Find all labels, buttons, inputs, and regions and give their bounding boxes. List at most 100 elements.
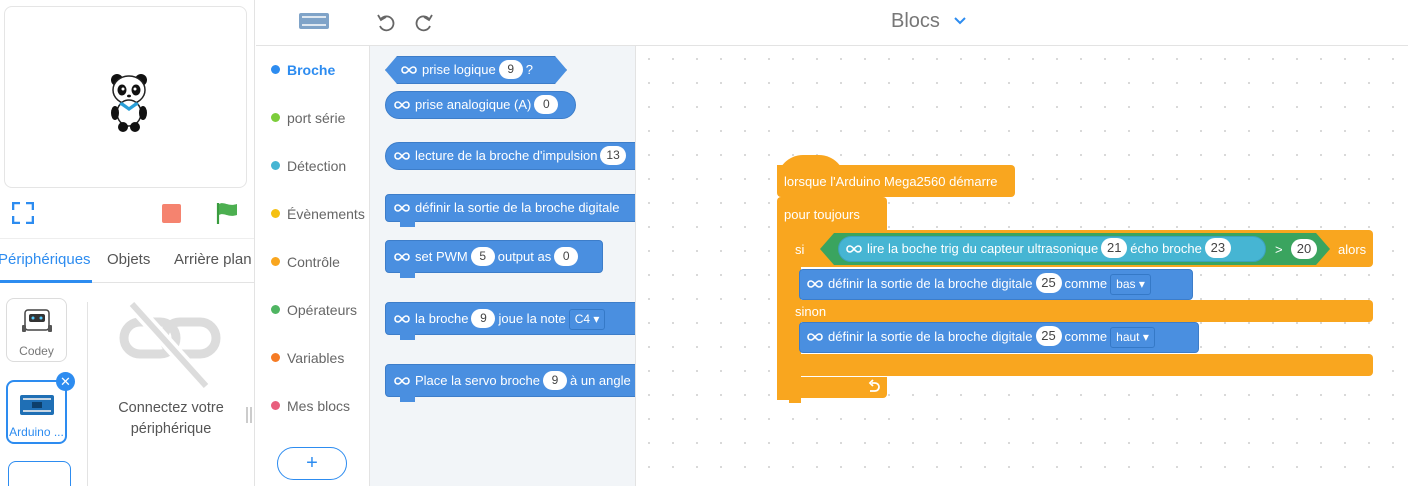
page-title[interactable]: Blocs: [891, 10, 940, 33]
chevron-down-icon[interactable]: [953, 14, 967, 28]
echo-label: écho broche: [1130, 241, 1202, 256]
connect-device-message: Connectez votre périphérique: [106, 398, 236, 440]
then-digital-write-block[interactable]: définir la sortie de la broche digitale 2…: [799, 269, 1193, 300]
category-label: Évènements: [287, 206, 365, 222]
add-device-button[interactable]: [8, 461, 71, 486]
block-label: prise analogique (A): [415, 97, 532, 112]
category-label: Variables: [287, 350, 345, 366]
else-block[interactable]: [789, 300, 1373, 322]
ultrasonic-sensor-block[interactable]: lire la boche trig du capteur ultrasoniq…: [838, 236, 1266, 262]
tab-background[interactable]: Arrière plan: [174, 251, 252, 268]
note-dropdown[interactable]: C4 ▾: [568, 309, 606, 330]
block-play-tone[interactable]: la broche 9 joue la note C4 ▾: [385, 302, 635, 340]
script-workspace[interactable]: lorsque l'Arduino Mega2560 démarre pour …: [637, 47, 1408, 486]
connect-line-1: Connectez votre: [118, 400, 224, 416]
redo-icon[interactable]: [414, 12, 434, 32]
block-label: prise logique: [422, 62, 496, 77]
level-dropdown[interactable]: bas ▾: [1110, 274, 1151, 295]
pin-input[interactable]: 25: [1035, 326, 1062, 346]
note-value: C4: [574, 312, 591, 326]
category-port-serie[interactable]: port série: [271, 110, 345, 126]
remove-device-button[interactable]: ✕: [56, 372, 75, 391]
if-footer: [789, 354, 1373, 376]
echo-pin-input[interactable]: 23: [1204, 238, 1231, 258]
pin-input[interactable]: 9: [499, 60, 523, 79]
device-arduino[interactable]: Arduino ...: [6, 380, 67, 444]
pin-input[interactable]: 9: [471, 309, 496, 328]
block-label: set PWM: [415, 249, 468, 264]
infinity-link-icon: [394, 101, 410, 109]
tab-objects[interactable]: Objets: [107, 251, 150, 268]
category-dot: [271, 65, 280, 74]
category-dot: [271, 305, 280, 314]
device-label: Arduino ...: [9, 425, 64, 439]
else-label: sinon: [795, 304, 827, 319]
block-analog-read[interactable]: prise analogique (A) 0: [385, 91, 576, 119]
block-pulse-read[interactable]: lecture de la broche d'impulsion 13: [385, 142, 635, 170]
block-text: à un angle: [570, 373, 631, 388]
pin-input[interactable]: 13: [600, 146, 626, 165]
infinity-link-icon: [846, 245, 862, 253]
category-detection[interactable]: Détection: [271, 158, 346, 174]
block-label: définir la sortie de la broche digitale: [828, 329, 1033, 344]
if-label: si: [795, 242, 805, 257]
block-notch: [400, 396, 415, 402]
level-value: bas: [1116, 277, 1136, 291]
pin-input[interactable]: 25: [1035, 273, 1062, 293]
loop-arrow-icon: [868, 379, 880, 392]
forever-label: pour toujours: [784, 207, 860, 222]
block-digital-write[interactable]: définir la sortie de la broche digitale: [385, 194, 635, 227]
stage[interactable]: [4, 6, 247, 188]
arduino-board-icon[interactable]: [299, 13, 329, 29]
fullscreen-icon[interactable]: [12, 202, 34, 224]
level-dropdown[interactable]: haut ▾: [1110, 327, 1155, 348]
category-label: Mes blocs: [287, 398, 351, 414]
top-bar: Blocs: [256, 0, 1408, 46]
block-label: définir la sortie de la broche digitale: [415, 200, 620, 215]
block-set-pwm[interactable]: set PWM 5 output as 0: [385, 240, 603, 278]
forever-arm: [777, 230, 789, 400]
block-label: la broche: [415, 311, 469, 326]
block-palette: prise logique 9? prise analogique (A) 0 le…: [370, 46, 636, 486]
connect-line-2: périphérique: [130, 421, 212, 437]
category-operateurs[interactable]: Opérateurs: [271, 302, 357, 318]
category-dot: [271, 401, 280, 410]
trig-pin-input[interactable]: 21: [1101, 238, 1128, 258]
block-notch: [400, 334, 415, 340]
resize-handle[interactable]: [246, 407, 252, 423]
block-label: Place la servo broche: [415, 373, 541, 388]
hat-block-label: lorsque l'Arduino Mega2560 démarre: [784, 174, 998, 189]
else-digital-write-block[interactable]: définir la sortie de la broche digitale 2…: [799, 322, 1199, 353]
stop-icon[interactable]: [162, 204, 181, 223]
category-variables[interactable]: Variables: [271, 350, 344, 366]
undo-icon[interactable]: [376, 12, 396, 32]
block-servo[interactable]: Place la servo broche 9 à un angle: [385, 364, 635, 402]
value-input[interactable]: 0: [554, 247, 579, 266]
category-label: Broche: [287, 62, 336, 78]
device-codey[interactable]: Codey: [6, 298, 67, 362]
category-list: Broche port série Détection Évènements C…: [256, 46, 370, 486]
infinity-link-icon: [394, 204, 410, 212]
green-flag-icon[interactable]: [215, 201, 239, 225]
category-controle[interactable]: Contrôle: [271, 254, 340, 270]
category-label: Contrôle: [287, 254, 340, 270]
infinity-link-icon: [394, 253, 410, 261]
category-mes-blocs[interactable]: Mes blocs: [271, 398, 350, 414]
category-evenements[interactable]: Évènements: [271, 206, 365, 222]
threshold-input[interactable]: 20: [1291, 239, 1317, 259]
infinity-link-icon: [400, 65, 418, 75]
block-digital-read[interactable]: prise logique 9?: [385, 56, 567, 84]
add-extension-button[interactable]: +: [277, 447, 347, 480]
pin-input[interactable]: 9: [543, 371, 568, 390]
category-dot: [271, 161, 280, 170]
pin-input[interactable]: 5: [470, 247, 495, 266]
panda-sprite[interactable]: [109, 71, 149, 133]
tab-devices[interactable]: Périphériques: [0, 251, 91, 268]
block-text: comme: [1064, 276, 1108, 291]
block-text: joue la note: [498, 311, 566, 326]
level-value: haut: [1116, 330, 1140, 344]
category-label: port série: [287, 110, 346, 126]
category-broche[interactable]: Broche: [271, 62, 335, 78]
infinity-link-icon: [394, 152, 410, 160]
pin-input[interactable]: 0: [534, 95, 559, 114]
